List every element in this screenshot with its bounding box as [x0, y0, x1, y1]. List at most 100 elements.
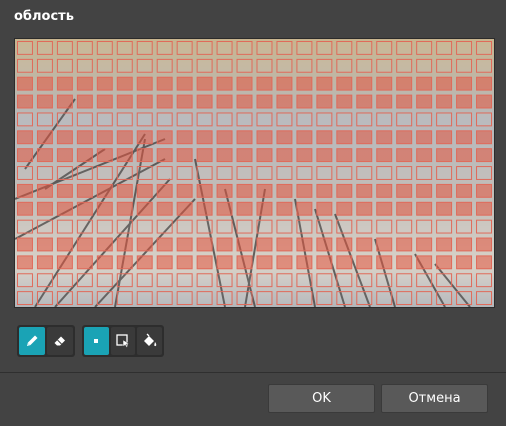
- grid-cell[interactable]: [236, 219, 253, 234]
- grid-cell-selected[interactable]: [36, 130, 53, 145]
- grid-cell-selected[interactable]: [156, 130, 173, 145]
- grid-cell-selected[interactable]: [76, 94, 93, 109]
- grid-cell-selected[interactable]: [476, 148, 493, 163]
- grid-cell-selected[interactable]: [396, 255, 413, 270]
- area-grid-canvas[interactable]: [14, 38, 495, 308]
- grid-cell-selected[interactable]: [196, 255, 213, 270]
- grid-cell[interactable]: [396, 112, 413, 127]
- grid-cell[interactable]: [476, 58, 493, 73]
- grid-cell[interactable]: [336, 219, 353, 234]
- grid-cell-selected[interactable]: [96, 94, 113, 109]
- grid-cell[interactable]: [76, 112, 93, 127]
- grid-cell[interactable]: [356, 219, 373, 234]
- grid-cell-selected[interactable]: [236, 255, 253, 270]
- grid-cell-selected[interactable]: [76, 76, 93, 91]
- grid-cell[interactable]: [36, 166, 53, 180]
- grid-cell[interactable]: [136, 41, 153, 55]
- grid-cell-selected[interactable]: [236, 148, 253, 163]
- grid-cell-selected[interactable]: [376, 94, 393, 109]
- grid-cell-selected[interactable]: [136, 237, 153, 252]
- grid-cell[interactable]: [476, 273, 493, 288]
- grid-cell[interactable]: [136, 112, 153, 127]
- grid-cell[interactable]: [176, 112, 193, 127]
- grid-cell[interactable]: [196, 58, 213, 73]
- grid-cell[interactable]: [196, 273, 213, 288]
- grid-cell-selected[interactable]: [296, 255, 313, 270]
- grid-cell-selected[interactable]: [216, 201, 233, 216]
- grid-cell-selected[interactable]: [256, 237, 273, 252]
- grid-cell-selected[interactable]: [116, 183, 133, 198]
- grid-cell-selected[interactable]: [476, 201, 493, 216]
- grid-cell-selected[interactable]: [276, 76, 293, 91]
- grid-cell-selected[interactable]: [416, 201, 433, 216]
- grid-cell-selected[interactable]: [316, 94, 333, 109]
- grid-cell[interactable]: [176, 166, 193, 180]
- grid-cell-selected[interactable]: [36, 94, 53, 109]
- grid-cell[interactable]: [476, 291, 493, 306]
- grid-cell-selected[interactable]: [456, 201, 473, 216]
- grid-cell-selected[interactable]: [156, 94, 173, 109]
- grid-cell[interactable]: [76, 291, 93, 306]
- grid-cell[interactable]: [356, 291, 373, 306]
- grid-cell[interactable]: [216, 112, 233, 127]
- grid-cell-selected[interactable]: [416, 183, 433, 198]
- grid-cell-selected[interactable]: [156, 237, 173, 252]
- grid-cell-selected[interactable]: [436, 183, 453, 198]
- grid-cell-selected[interactable]: [336, 148, 353, 163]
- grid-cell[interactable]: [256, 291, 273, 306]
- grid-cell-selected[interactable]: [356, 237, 373, 252]
- grid-cell[interactable]: [216, 41, 233, 55]
- grid-cell-selected[interactable]: [256, 201, 273, 216]
- grid-cell[interactable]: [236, 112, 253, 127]
- grid-cell[interactable]: [17, 58, 33, 73]
- grid-cell[interactable]: [136, 166, 153, 180]
- grid-cell-selected[interactable]: [376, 201, 393, 216]
- grid-cell-selected[interactable]: [336, 183, 353, 198]
- grid-cell-selected[interactable]: [296, 183, 313, 198]
- grid-cell-selected[interactable]: [17, 76, 33, 91]
- grid-cell-selected[interactable]: [296, 94, 313, 109]
- grid-cell[interactable]: [276, 273, 293, 288]
- grid-cell-selected[interactable]: [276, 148, 293, 163]
- grid-cell-selected[interactable]: [336, 237, 353, 252]
- grid-cell-selected[interactable]: [96, 255, 113, 270]
- grid-cell-selected[interactable]: [296, 76, 313, 91]
- grid-cell-selected[interactable]: [416, 94, 433, 109]
- grid-cell[interactable]: [216, 58, 233, 73]
- grid-cell-selected[interactable]: [276, 130, 293, 145]
- grid-cell-selected[interactable]: [156, 183, 173, 198]
- grid-cell-selected[interactable]: [96, 148, 113, 163]
- grid-cell-selected[interactable]: [456, 130, 473, 145]
- grid-cell-selected[interactable]: [36, 183, 53, 198]
- grid-cell[interactable]: [56, 41, 73, 55]
- grid-cell[interactable]: [436, 273, 453, 288]
- grid-cell[interactable]: [296, 219, 313, 234]
- grid-cell-selected[interactable]: [136, 201, 153, 216]
- grid-cell-selected[interactable]: [436, 201, 453, 216]
- grid-cell-selected[interactable]: [176, 130, 193, 145]
- grid-cell[interactable]: [176, 41, 193, 55]
- grid-cell-selected[interactable]: [196, 76, 213, 91]
- grid-cell-selected[interactable]: [416, 255, 433, 270]
- grid-cell[interactable]: [17, 112, 33, 127]
- grid-cell[interactable]: [316, 273, 333, 288]
- grid-cell[interactable]: [17, 166, 33, 180]
- grid-cell-selected[interactable]: [116, 130, 133, 145]
- grid-cell-selected[interactable]: [256, 148, 273, 163]
- grid-cell[interactable]: [316, 291, 333, 306]
- grid-cell[interactable]: [76, 166, 93, 180]
- grid-cell[interactable]: [36, 112, 53, 127]
- grid-cell-selected[interactable]: [316, 183, 333, 198]
- grid-cell-selected[interactable]: [76, 255, 93, 270]
- grid-cell[interactable]: [196, 291, 213, 306]
- grid-cell-selected[interactable]: [56, 130, 73, 145]
- grid-cell[interactable]: [256, 58, 273, 73]
- grid-cell-selected[interactable]: [56, 201, 73, 216]
- grid-cell[interactable]: [116, 58, 133, 73]
- grid-cell-selected[interactable]: [17, 237, 33, 252]
- grid-cell-selected[interactable]: [476, 130, 493, 145]
- grid-cell[interactable]: [456, 58, 473, 73]
- grid-cell[interactable]: [256, 166, 273, 180]
- grid-cell-selected[interactable]: [256, 94, 273, 109]
- grid-cell[interactable]: [376, 219, 393, 234]
